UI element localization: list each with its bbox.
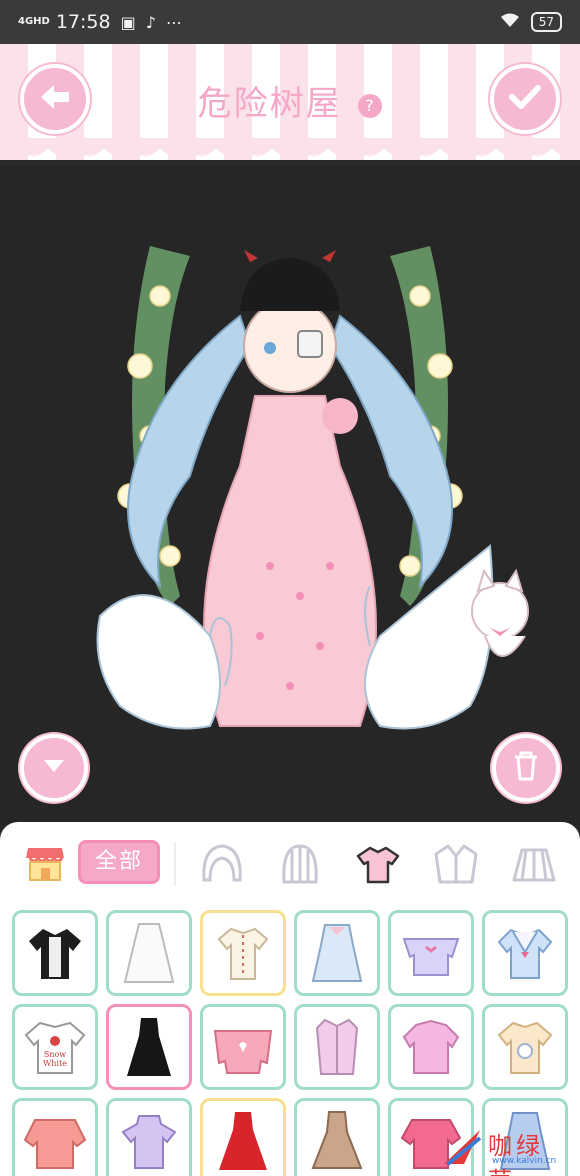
awning-scallop [0, 138, 580, 156]
help-button[interactable]: ? [358, 93, 383, 118]
dressup-stage [0, 166, 580, 826]
clothing-item-lavender-offshoulder[interactable] [388, 910, 474, 996]
top-icon[interactable] [354, 840, 402, 888]
clothing-item-black-lace-blouse[interactable] [12, 910, 98, 996]
clothing-item-pink-sweater[interactable] [200, 1004, 286, 1090]
wifi-icon [499, 11, 521, 34]
scene-title: 危险树屋 ? [0, 76, 580, 125]
clothing-item-cream-blouse[interactable] [200, 910, 286, 996]
clothing-item-coral-knit[interactable] [12, 1098, 98, 1176]
sim-icon: ▣ [120, 12, 136, 32]
clothing-item-snow-white-tee[interactable]: Snow White [12, 1004, 98, 1090]
clothing-item-sailor-top[interactable] [482, 910, 568, 996]
battery-indicator: 57 [530, 12, 562, 32]
clothing-item-tan-dress[interactable] [294, 1098, 380, 1176]
clothing-item-pink-hoodie[interactable] [388, 1004, 474, 1090]
character-hat [240, 258, 340, 311]
snow-white-text-1: Snow [44, 1050, 66, 1059]
clothing-item-lilac-tee[interactable] [106, 1098, 192, 1176]
clock: 17:58 [55, 11, 111, 33]
watermark-url: www.kalvin.cn [492, 1156, 557, 1166]
watermark-logo-icon [444, 1130, 482, 1166]
scene-title-text: 危险树屋 [197, 84, 342, 124]
filter-all-button[interactable]: 全部 [78, 840, 160, 884]
category-tabs: 全部 [0, 822, 580, 906]
hair-back-icon[interactable] [276, 840, 324, 888]
clothing-item-pink-shirt[interactable] [294, 1004, 380, 1090]
clothing-item-pastel-dress[interactable] [294, 910, 380, 996]
snow-white-text-2: White [43, 1059, 67, 1068]
watermark-text: 咖绿茵 [488, 1132, 544, 1176]
status-bar: 4GHD 17:58 ▣ ♪ ⋯ 57 [0, 0, 580, 44]
site-watermark: 咖绿茵 www.kalvin.cn [440, 1124, 570, 1176]
trash-icon [511, 750, 541, 786]
chevron-down-icon [41, 757, 67, 779]
game-screen: 4GHD 17:58 ▣ ♪ ⋯ 57 危险树屋 ? 全部 Snow White… [0, 0, 580, 1176]
network-indicator: 4GHD [18, 16, 50, 27]
hair-front-icon[interactable] [198, 840, 246, 888]
tab-divider [174, 842, 176, 886]
jacket-icon[interactable] [432, 840, 480, 888]
collapse-button[interactable] [20, 734, 88, 802]
shop-icon[interactable] [24, 842, 66, 884]
clothing-item-red-dress[interactable] [200, 1098, 286, 1176]
more-icon: ⋯ [165, 12, 182, 32]
clothing-item-white-dress[interactable] [106, 910, 192, 996]
tiktok-icon: ♪ [145, 12, 156, 32]
character-illustration [96, 246, 529, 730]
wardrobe-panel: 全部 Snow White 咖绿 www.kalvin.cn [0, 822, 580, 1176]
skirt-icon[interactable] [510, 840, 558, 888]
clothing-item-black-slip-dress[interactable] [106, 1004, 192, 1090]
delete-button[interactable] [492, 734, 560, 802]
character-dress [203, 395, 377, 727]
clothing-item-bunny-tee[interactable] [482, 1004, 568, 1090]
